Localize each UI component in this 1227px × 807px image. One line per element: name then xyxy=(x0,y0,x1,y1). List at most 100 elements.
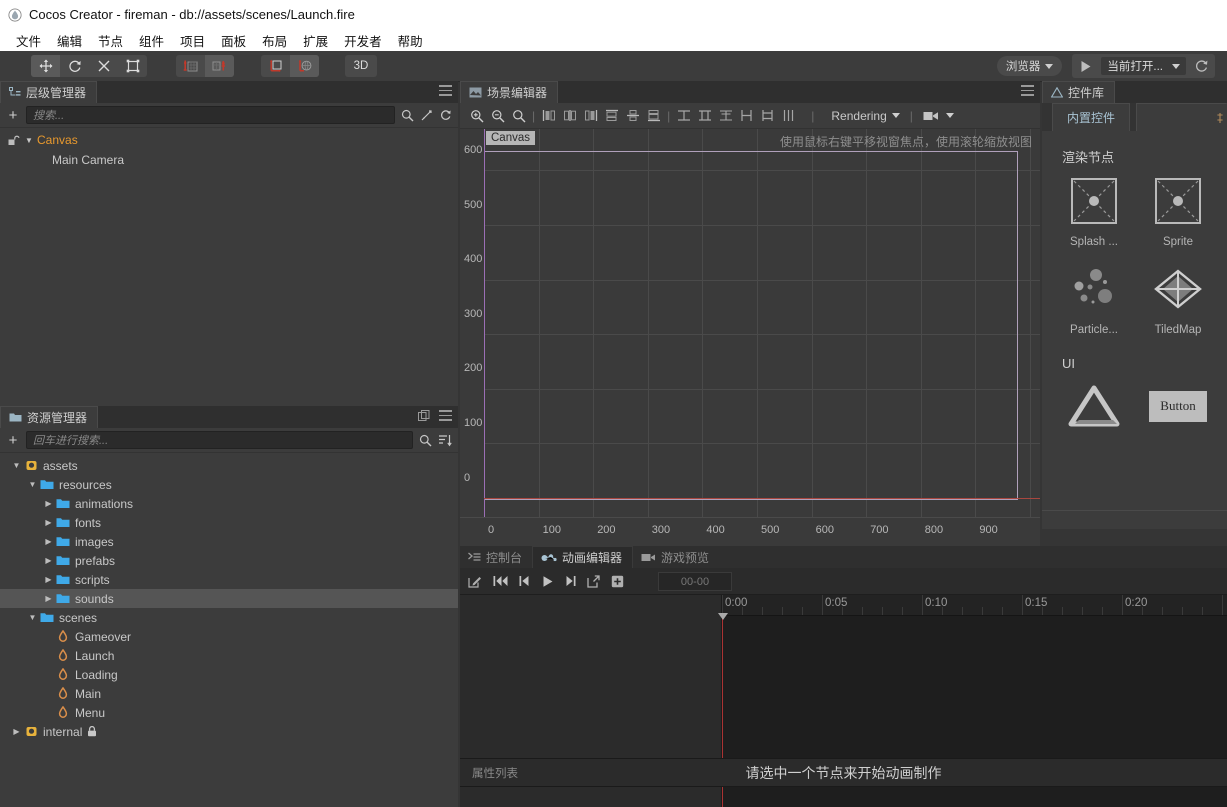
chevron-down-icon[interactable] xyxy=(946,113,954,118)
widget-splash[interactable]: Splash ... xyxy=(1052,174,1136,248)
menu-edit[interactable]: 编辑 xyxy=(49,31,90,50)
add-clip-button[interactable] xyxy=(611,575,624,588)
move-tool-button[interactable] xyxy=(31,55,60,77)
asset-twisty[interactable]: ▶ xyxy=(42,556,55,565)
asset-twisty[interactable]: ▶ xyxy=(42,499,55,508)
widget-label-node[interactable] xyxy=(1052,379,1136,441)
align-center-h-button[interactable] xyxy=(559,106,580,126)
rect-tool-button[interactable] xyxy=(118,55,147,77)
hierarchy-search-input[interactable]: 搜索... xyxy=(26,106,395,124)
asset-row-scenes[interactable]: ▼scenes xyxy=(0,608,458,627)
menu-file[interactable]: 文件 xyxy=(8,31,49,50)
asset-twisty[interactable]: ▶ xyxy=(10,727,23,736)
menu-extension[interactable]: 扩展 xyxy=(295,31,336,50)
playhead-handle[interactable] xyxy=(718,613,728,620)
tab-assets[interactable]: 资源管理器 xyxy=(0,406,98,428)
asset-row-animations[interactable]: ▶animations xyxy=(0,494,458,513)
add-asset-button[interactable]: + xyxy=(6,433,20,448)
jump-to-start-button[interactable] xyxy=(493,575,508,587)
scene-viewport[interactable]: Canvas 使用鼠标右键平移视窗焦点，使用滚轮缩放视图 60050040030… xyxy=(460,129,1040,546)
dist-top-button[interactable] xyxy=(736,106,757,126)
align-right-button[interactable] xyxy=(580,106,601,126)
coord-local-button[interactable] xyxy=(261,55,290,77)
asset-row-loading[interactable]: Loading xyxy=(0,665,458,684)
zoom-fit-button[interactable] xyxy=(508,106,529,126)
tab-scene-editor[interactable]: 场景编辑器 xyxy=(460,81,558,103)
menu-panel[interactable]: 面板 xyxy=(213,31,254,50)
dist-center-button[interactable] xyxy=(694,106,715,126)
widget-sprite[interactable]: Sprite xyxy=(1136,174,1220,248)
asset-row-internal[interactable]: ▶internal xyxy=(0,722,458,741)
asset-row-resources[interactable]: ▼resources xyxy=(0,475,458,494)
asset-twisty[interactable]: ▼ xyxy=(26,480,39,489)
scene-menu-button[interactable] xyxy=(1021,85,1034,99)
asset-twisty[interactable]: ▼ xyxy=(26,613,39,622)
asset-twisty[interactable]: ▶ xyxy=(42,518,55,527)
play-button[interactable] xyxy=(1078,59,1093,74)
menu-node[interactable]: 节点 xyxy=(90,31,131,50)
zoom-out-button[interactable] xyxy=(487,106,508,126)
browser-select-button[interactable]: 浏览器 xyxy=(997,56,1063,76)
chevron-down-icon[interactable] xyxy=(892,113,900,118)
asset-twisty[interactable]: ▶ xyxy=(42,594,55,603)
camera-button[interactable] xyxy=(923,110,939,122)
menu-help[interactable]: 帮助 xyxy=(390,31,431,50)
edit-clip-button[interactable] xyxy=(468,575,482,588)
next-frame-button[interactable] xyxy=(565,575,576,587)
hierarchy-twisty-canvas[interactable]: ▼ xyxy=(23,136,35,145)
subtab-builtin-widgets[interactable]: 内置控件 xyxy=(1052,103,1130,131)
align-left-button[interactable] xyxy=(538,106,559,126)
coord-global-button[interactable] xyxy=(290,55,319,77)
canvas-node-tag[interactable]: Canvas xyxy=(486,131,535,145)
widget-particle[interactable]: Particle... xyxy=(1052,262,1136,336)
asset-row-menu[interactable]: Menu xyxy=(0,703,458,722)
hierarchy-locate-button[interactable] xyxy=(420,109,433,122)
asset-twisty[interactable]: ▼ xyxy=(10,461,23,470)
tab-console[interactable]: 控制台 xyxy=(460,546,532,568)
hierarchy-node-canvas[interactable]: ▼ Canvas xyxy=(0,130,458,150)
scale-tool-button[interactable] xyxy=(89,55,118,77)
dist-middle-button[interactable] xyxy=(757,106,778,126)
asset-twisty[interactable]: ▶ xyxy=(42,537,55,546)
tab-animation-editor[interactable]: 动画编辑器 xyxy=(532,546,633,568)
subtab-secondary[interactable] xyxy=(1136,103,1227,131)
menu-project[interactable]: 项目 xyxy=(172,31,213,50)
timeline-ruler[interactable]: 0:000:050:100:150:20 xyxy=(722,595,1227,616)
asset-row-assets[interactable]: ▼assets xyxy=(0,456,458,475)
hierarchy-sync-button[interactable] xyxy=(439,109,452,122)
asset-row-main[interactable]: Main xyxy=(0,684,458,703)
dist-right-button[interactable] xyxy=(715,106,736,126)
menu-component[interactable]: 组件 xyxy=(131,31,172,50)
tab-widget-library[interactable]: 控件库 xyxy=(1042,81,1115,103)
asset-row-launch[interactable]: Launch xyxy=(0,646,458,665)
assets-search-input[interactable]: 回车进行搜索... xyxy=(26,431,413,449)
menu-developer[interactable]: 开发者 xyxy=(336,31,390,50)
assets-sort-button[interactable] xyxy=(438,434,452,447)
refresh-button[interactable] xyxy=(1194,59,1209,74)
add-node-button[interactable]: + xyxy=(6,108,20,123)
rendering-dropdown-label[interactable]: Rendering xyxy=(831,109,886,123)
align-top-button[interactable] xyxy=(601,106,622,126)
assets-search-button[interactable] xyxy=(419,434,432,447)
mode-3d-toggle[interactable]: 3D xyxy=(345,55,377,77)
menu-layout[interactable]: 布局 xyxy=(254,31,295,50)
popout-button[interactable] xyxy=(587,575,600,588)
asset-row-gameover[interactable]: Gameover xyxy=(0,627,458,646)
align-bottom-button[interactable] xyxy=(643,106,664,126)
pivot-center-button[interactable] xyxy=(176,55,205,77)
asset-row-scripts[interactable]: ▶scripts xyxy=(0,570,458,589)
current-frame-display[interactable]: 00-00 xyxy=(658,572,732,591)
asset-row-fonts[interactable]: ▶fonts xyxy=(0,513,458,532)
zoom-in-button[interactable] xyxy=(466,106,487,126)
lock-open-icon[interactable] xyxy=(8,135,21,146)
tab-hierarchy[interactable]: 层级管理器 xyxy=(0,81,97,103)
dist-bottom-button[interactable] xyxy=(778,106,799,126)
prev-frame-button[interactable] xyxy=(519,575,530,587)
pivot-point-button[interactable] xyxy=(205,55,234,77)
asset-twisty[interactable]: ▶ xyxy=(42,575,55,584)
tab-game-preview[interactable]: 游戏预览 xyxy=(633,546,719,568)
play-button[interactable] xyxy=(541,575,554,588)
widget-button-node[interactable]: Button xyxy=(1136,379,1220,441)
hierarchy-menu-button[interactable] xyxy=(439,85,452,99)
hierarchy-node-main-camera[interactable]: Main Camera xyxy=(0,150,458,170)
